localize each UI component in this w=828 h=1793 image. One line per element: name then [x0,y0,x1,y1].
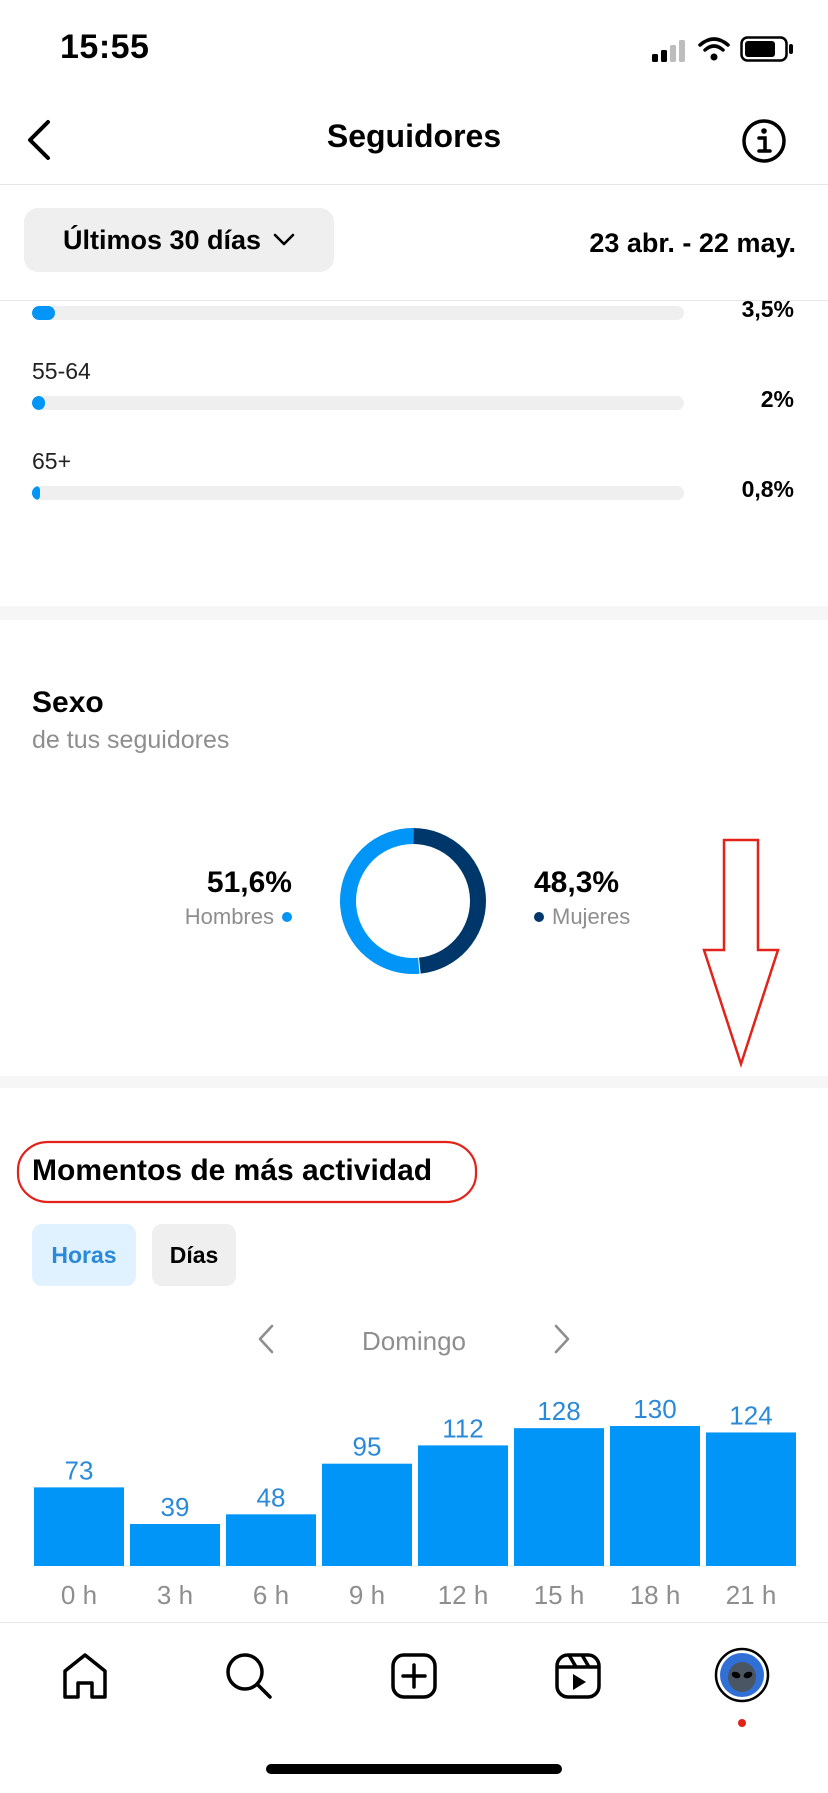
next-day-button[interactable] [552,1322,572,1365]
gender-donut [338,826,488,981]
section-separator [0,606,828,620]
bar-value-label: 128 [537,1396,580,1426]
chart-bar [34,1487,124,1566]
men-percent: 51,6% [206,866,292,899]
reels-button[interactable] [553,1651,603,1706]
profile-avatar-icon [714,1647,770,1703]
wifi-icon [698,36,730,67]
filter-divider [0,300,828,301]
info-icon [742,119,786,163]
x-tick-label: 15 h [534,1580,585,1610]
page-title: Seguidores [326,118,502,154]
chevron-down-icon [273,233,295,246]
bar-value-label: 130 [633,1394,676,1424]
bar-value-label: 73 [65,1455,94,1485]
home-button[interactable] [60,1651,110,1706]
bar-value-label: 112 [442,1413,483,1443]
x-tick-label: 21 h [726,1580,777,1610]
age-bar-track [32,486,684,500]
men-legend: Hombres [185,904,292,930]
profile-button[interactable] [714,1647,770,1708]
women-dot [534,912,544,922]
chart-bar [514,1428,604,1566]
age-bar-fill [32,306,55,320]
x-tick-label: 6 h [253,1580,289,1610]
battery-icon [740,36,796,67]
status-time: 15:55 [60,28,150,66]
search-icon [226,1653,272,1699]
tab-hours[interactable]: Horas [32,1224,136,1286]
x-tick-label: 12 h [438,1580,489,1610]
search-button[interactable] [224,1651,274,1706]
men-label: Hombres [184,904,274,929]
chart-bar [706,1432,796,1566]
women-stat: 48,3% Mujeres [534,866,630,930]
men-dot [282,912,292,922]
create-button[interactable] [389,1651,439,1706]
age-bar-fill [32,486,40,500]
header-divider [0,184,828,185]
tab-days-label: Días [169,1241,219,1268]
age-label: 55-64 [32,358,91,384]
date-range: 23 abr. - 22 may. [589,228,796,258]
women-percent: 48,3% [534,866,620,899]
bar-value-label: 39 [161,1492,190,1522]
create-icon [391,1653,437,1699]
reels-icon [555,1653,601,1699]
chart-bar [610,1426,700,1566]
signal-icon [652,40,686,67]
bar-value-label: 124 [729,1400,772,1430]
bar-value-label: 48 [257,1482,286,1512]
chart-bar [226,1514,316,1566]
age-percent: 3,5% [741,296,794,322]
activity-bar-chart: 73 0 h 39 3 h 48 6 h 95 9 h 112 12 h 128 15 h 130 18 … [34,1394,796,1610]
age-label: 65+ [32,448,72,474]
tab-hours-label: Horas [51,1241,117,1268]
gender-subtitle: de tus seguidores [32,726,230,754]
notification-dot [738,1719,746,1727]
tab-days[interactable]: Días [152,1224,236,1286]
women-legend: Mujeres [534,904,630,930]
home-icon [63,1653,107,1699]
period-dropdown[interactable]: Últimos 30 días [24,208,334,272]
age-bar-fill [32,396,46,410]
chevron-right-icon [554,1324,570,1354]
bar-value-label: 95 [353,1432,382,1462]
women-label: Mujeres [552,904,631,929]
info-button[interactable] [741,118,787,169]
section-separator [0,1076,828,1088]
annotation-arrow-icon [700,838,810,1073]
annotation-ellipse [16,1140,480,1211]
period-label: Últimos 30 días [62,224,262,255]
chart-bar [322,1463,412,1566]
age-bar-track [32,396,684,410]
x-tick-label: 18 h [630,1580,681,1610]
chart-bar [130,1524,220,1566]
home-indicator [266,1764,562,1774]
day-label: Domingo [361,1326,467,1356]
gender-title: Sexo [32,686,104,719]
x-tick-label: 3 h [157,1580,193,1610]
age-bar-track [32,306,684,320]
x-tick-label: 9 h [349,1580,385,1610]
men-stat: 51,6% Hombres [185,866,292,930]
x-tick-label: 0 h [61,1580,97,1610]
age-percent: 0,8% [741,476,794,502]
chart-bar [418,1445,508,1566]
age-percent: 2% [760,386,794,412]
